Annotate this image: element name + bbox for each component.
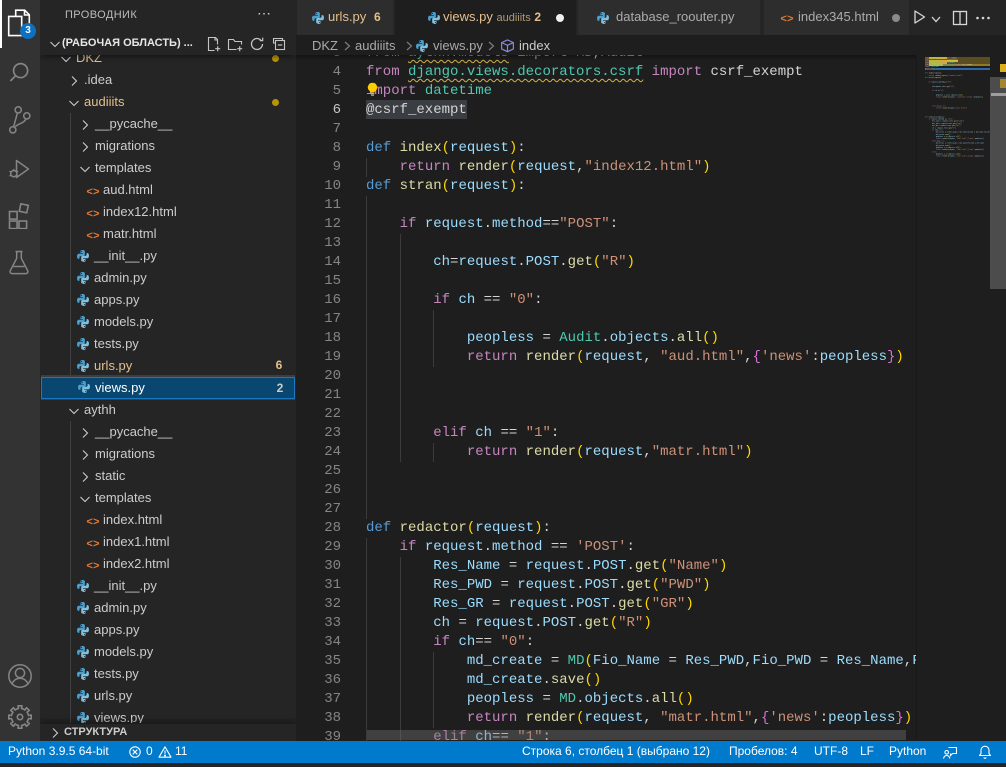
svg-text:<>: <> (780, 14, 794, 26)
svg-text:<>: <> (86, 561, 100, 573)
svg-text:<>: <> (86, 209, 100, 221)
svg-text:<>: <> (86, 517, 100, 529)
svg-text:<>: <> (86, 231, 100, 243)
svg-text:<>: <> (86, 187, 100, 199)
svg-text:<>: <> (86, 539, 100, 551)
